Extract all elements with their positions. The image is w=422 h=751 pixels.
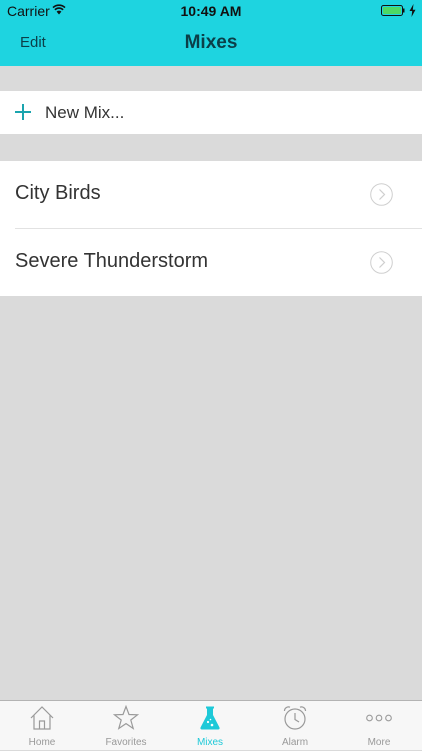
tab-label: Alarm	[281, 737, 309, 748]
more-dots-icon	[366, 714, 392, 722]
page-title: Mixes	[184, 32, 238, 53]
mix-row-severe-thunderstorm[interactable]: Severe Thunderstorm	[0, 229, 422, 296]
tab-alarm[interactable]: Alarm	[253, 701, 337, 751]
tab-label: Favorites	[105, 737, 147, 748]
chevron-right-circle-icon[interactable]	[370, 251, 393, 274]
mix-row-city-birds[interactable]: City Birds	[0, 161, 422, 229]
tab-label: More	[367, 737, 391, 748]
status-time: 10:49 AM	[180, 3, 242, 19]
charging-bolt-icon	[409, 4, 416, 17]
tab-home[interactable]: Home	[0, 701, 84, 751]
header: Carrier 10:49 AM Edit Mixes	[0, 0, 422, 66]
mix-row-label: City Birds	[15, 182, 101, 204]
mix-row-label: Severe Thunderstorm	[15, 250, 209, 272]
mix-list: City Birds Severe Thunderstorm	[0, 161, 422, 296]
flask-icon	[200, 706, 220, 730]
nav-bar: Edit Mixes	[0, 22, 422, 66]
tab-favorites[interactable]: Favorites	[84, 701, 168, 751]
alarm-clock-icon	[283, 706, 307, 730]
tab-label: Home	[28, 737, 56, 748]
new-mix-label: New Mix...	[45, 103, 125, 122]
chevron-right-circle-icon[interactable]	[370, 183, 393, 206]
tab-bar: Home Favorites Mixes Alarm More	[0, 700, 422, 750]
battery-icon	[381, 5, 405, 16]
tab-mixes[interactable]: Mixes	[168, 701, 252, 751]
tab-more[interactable]: More	[337, 701, 421, 751]
plus-icon	[15, 104, 31, 120]
tab-label: Mixes	[196, 737, 224, 748]
star-icon	[113, 705, 139, 730]
home-icon	[30, 706, 54, 730]
status-bar: Carrier 10:49 AM	[0, 0, 422, 22]
new-mix-row[interactable]: New Mix...	[0, 91, 422, 134]
